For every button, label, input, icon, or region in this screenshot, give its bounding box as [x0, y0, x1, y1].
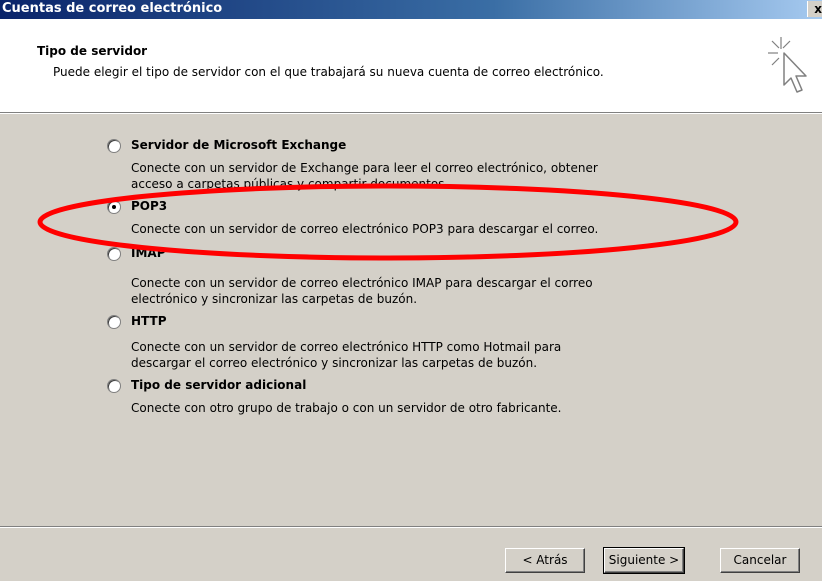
description-line: acceso a carpetas públicas y compartir d… [131, 177, 449, 191]
option-pop3-description: Conecte con un servidor de correo electr… [131, 221, 598, 237]
description-line: Conecte con un servidor de correo electr… [131, 276, 593, 290]
title-bar: Cuentas de correo electrónico x [0, 0, 822, 19]
window-title: Cuentas de correo electrónico [2, 1, 223, 16]
option-additional-label[interactable]: Tipo de servidor adicional [131, 378, 306, 392]
option-imap-label[interactable]: IMAP [131, 246, 166, 260]
wizard-header: Tipo de servidor Puede elegir el tipo de… [0, 19, 822, 112]
radio-exchange[interactable] [107, 139, 121, 153]
close-button[interactable]: x [807, 1, 822, 17]
option-additional-description: Conecte con otro grupo de trabajo o con … [131, 400, 562, 416]
description-line: Conecte con un servidor de correo electr… [131, 222, 599, 236]
option-http-description: Conecte con un servidor de correo electr… [131, 339, 561, 371]
radio-additional[interactable] [107, 379, 121, 393]
header-title: Tipo de servidor [37, 44, 148, 58]
wizard-footer: < Atrás Siguiente > Cancelar [0, 528, 822, 581]
next-button[interactable]: Siguiente > [603, 547, 685, 574]
cancel-button[interactable]: Cancelar [720, 548, 800, 573]
option-imap-description: Conecte con un servidor de correo electr… [131, 275, 593, 307]
option-exchange-label[interactable]: Servidor de Microsoft Exchange [131, 138, 346, 152]
radio-pop3[interactable] [107, 200, 121, 214]
description-line: electrónico y sincronizar las carpetas d… [131, 292, 418, 306]
option-exchange-description: Conecte con un servidor de Exchange para… [131, 160, 598, 192]
description-line: Conecte con un servidor de correo electr… [131, 340, 562, 354]
radio-http[interactable] [107, 315, 121, 329]
wizard-cursor-sparkle-icon [768, 37, 807, 93]
radio-imap[interactable] [107, 247, 121, 261]
option-http-label[interactable]: HTTP [131, 314, 166, 328]
server-type-panel: Servidor de Microsoft Exchange Conecte c… [0, 114, 822, 526]
description-line: descargar el correo electrónico y sincro… [131, 356, 538, 370]
description-line: Conecte con un servidor de Exchange para… [131, 161, 598, 175]
option-pop3-label[interactable]: POP3 [131, 199, 167, 213]
header-subtitle: Puede elegir el tipo de servidor con el … [53, 65, 604, 79]
back-button[interactable]: < Atrás [505, 548, 585, 573]
description-line: Conecte con otro grupo de trabajo o con … [131, 401, 562, 415]
